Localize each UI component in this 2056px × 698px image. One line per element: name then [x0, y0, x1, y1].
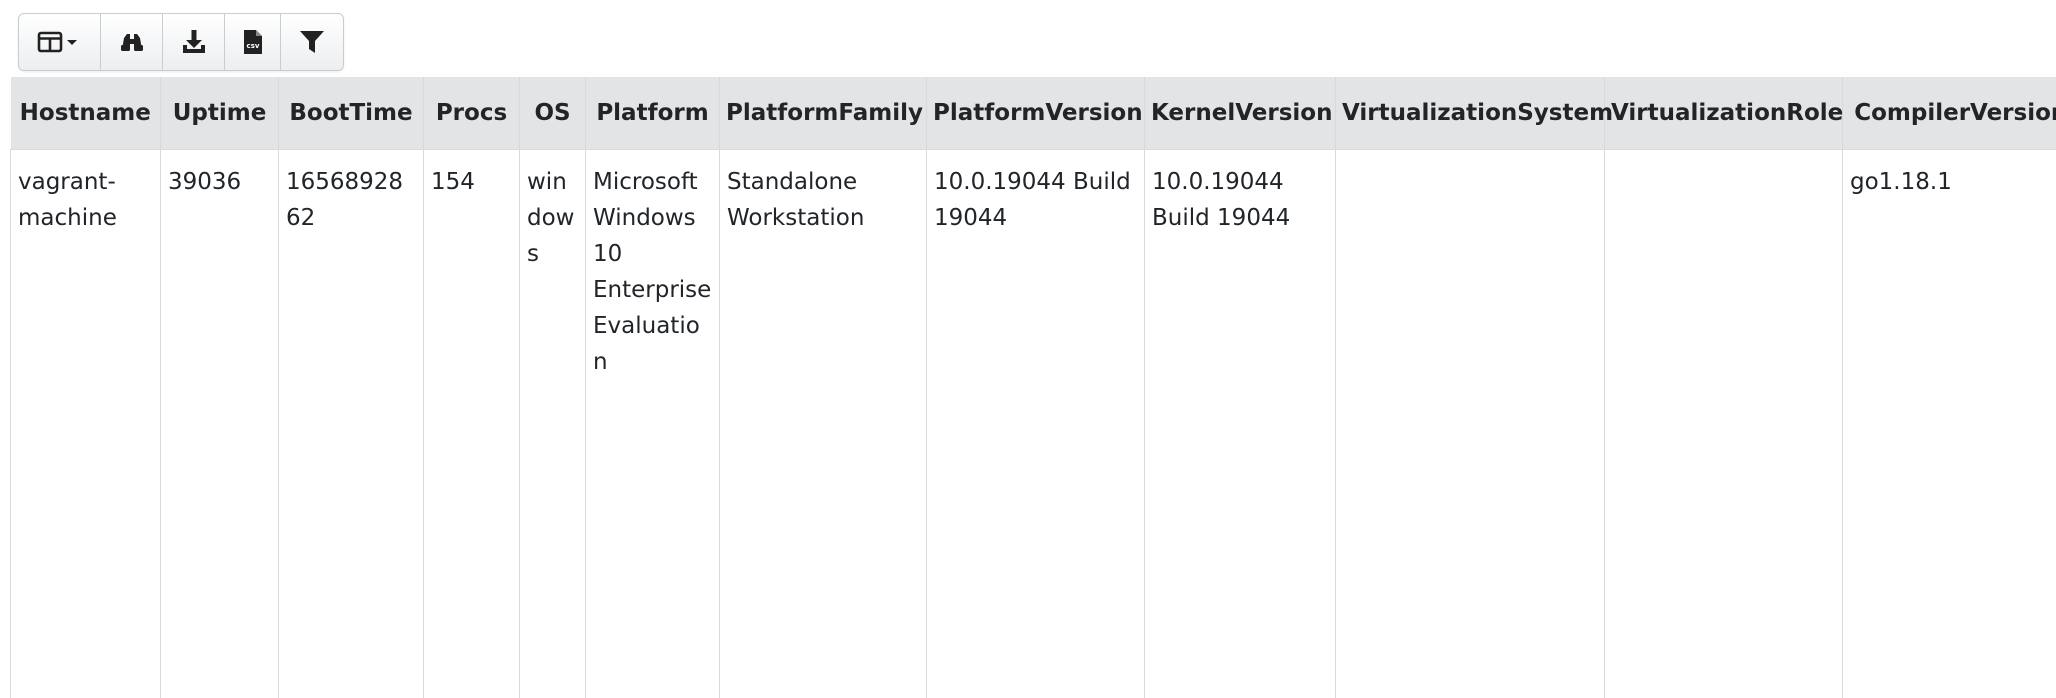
search-toggle-button[interactable]	[101, 14, 163, 70]
cell-uptime: 39036	[160, 149, 279, 698]
column-header-procs[interactable]: Procs	[423, 77, 520, 150]
host-info-table: Hostname Uptime BootTime Procs OS Platfo…	[10, 77, 2056, 698]
svg-text:csv: csv	[246, 42, 259, 50]
column-header-boottime[interactable]: BootTime	[278, 77, 424, 150]
cell-platform: Microsoft Windows 10 Enterprise Evaluati…	[585, 149, 720, 698]
csv-file-icon: csv	[242, 29, 264, 55]
cell-os: windows	[519, 149, 586, 698]
cell-compiler-version: go1.18.1	[1842, 149, 2056, 698]
data-table-container: Hostname Uptime BootTime Procs OS Platfo…	[10, 77, 2056, 698]
columns-icon	[37, 30, 83, 54]
cell-platform-family: Standalone Workstation	[719, 149, 927, 698]
column-header-platform[interactable]: Platform	[585, 77, 720, 150]
binoculars-icon	[119, 30, 145, 54]
download-icon	[181, 29, 207, 55]
table-row[interactable]: vagrant-machine 39036 1656892862 154 win…	[10, 149, 2056, 698]
table-toolbar: csv	[18, 13, 344, 71]
cell-virtualization-role	[1604, 149, 1843, 698]
cell-platform-version: 10.0.19044 Build 19044	[926, 149, 1145, 698]
column-header-hostname[interactable]: Hostname	[10, 77, 161, 150]
export-csv-button[interactable]: csv	[225, 14, 281, 70]
filter-button[interactable]	[281, 14, 343, 70]
column-header-uptime[interactable]: Uptime	[160, 77, 279, 150]
column-header-kernel-version[interactable]: KernelVersion	[1144, 77, 1336, 150]
column-header-compiler-version[interactable]: CompilerVersion	[1842, 77, 2056, 150]
cell-hostname: vagrant-machine	[10, 149, 161, 698]
column-header-platform-family[interactable]: PlatformFamily	[719, 77, 927, 150]
cell-virtualization-system	[1335, 149, 1605, 698]
column-header-platform-version[interactable]: PlatformVersion	[926, 77, 1145, 150]
export-button[interactable]	[163, 14, 225, 70]
filter-icon	[299, 30, 325, 54]
cell-kernel-version: 10.0.19044 Build 19044	[1144, 149, 1336, 698]
cell-procs: 154	[423, 149, 520, 698]
column-header-os[interactable]: OS	[519, 77, 586, 150]
table-header-row: Hostname Uptime BootTime Procs OS Platfo…	[10, 77, 2056, 150]
column-header-virtualization-system[interactable]: VirtualizationSystem	[1335, 77, 1613, 150]
cell-boottime: 1656892862	[278, 149, 424, 698]
column-header-virtualization-role[interactable]: VirtualizationRole	[1604, 77, 1843, 150]
columns-toggle-button[interactable]	[19, 14, 101, 70]
